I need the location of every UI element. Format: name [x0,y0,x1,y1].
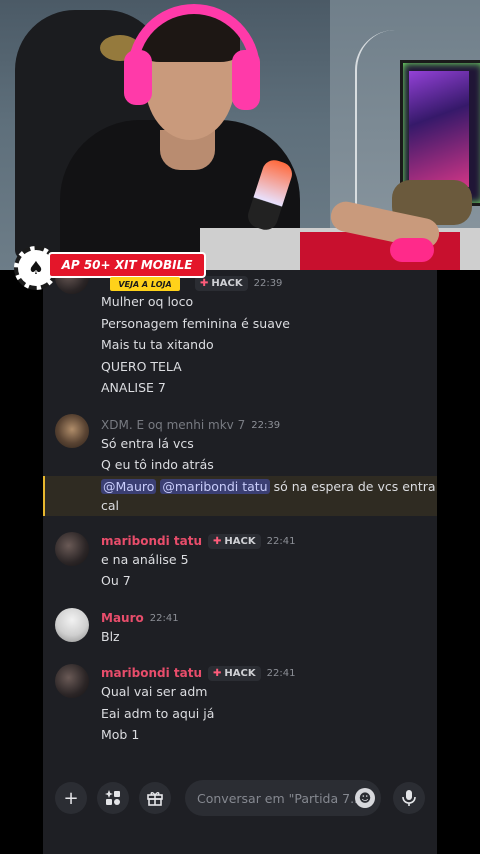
message-input[interactable]: Conversar em "Partida 7... [185,780,381,816]
mention-message-highlight: @Mauro @maribondi tatu só na espera de v… [43,476,437,516]
apps-sparkle-icon [105,790,120,805]
promo-banner[interactable]: AP 50+ XIT MOBILE [48,252,206,278]
apps-button[interactable] [97,782,129,814]
webcam-video [0,0,480,270]
avatar[interactable] [55,414,89,448]
promo-badge[interactable]: ♠ AP 50+ XIT MOBILE VEJA A LOJA [14,244,206,296]
hack-tag-icon: ✚ [213,667,222,679]
message-line: Blz [101,629,120,644]
message-line: Só entra lá vcs [101,436,194,451]
chat-panel[interactable]: ✚ HACK 22:39 Mulher oq loco Personagem fe… [43,270,437,854]
timestamp: 22:39 [253,277,283,289]
message-line: e na análise 5 [101,552,189,567]
role-tag-label: HACK [224,667,256,679]
message-line: Mob 1 [101,727,140,742]
emoji-icon[interactable]: ☻ [355,788,375,808]
monitor-neon [409,71,469,187]
mention-mauro[interactable]: @Mauro [101,479,157,494]
mouse [390,238,434,262]
mention-maribondi[interactable]: @maribondi tatu [160,479,270,494]
message-header: Mauro 22:41 [101,609,179,627]
message-line: QUERO TELA [101,359,182,374]
message-input-placeholder: Conversar em "Partida 7... [197,790,362,806]
message-line: Mulher oq loco [101,294,194,309]
message-header: maribondi tatu ✚ HACK 22:41 [101,664,295,682]
role-tag[interactable]: ✚ HACK [208,665,261,681]
message-header: ✚ HACK 22:39 [195,274,282,292]
hack-tag-icon: ✚ [213,535,222,547]
username[interactable]: maribondi tatu [101,666,202,680]
role-tag-label: HACK [211,277,243,289]
message-line: Personagem feminina é suave [101,316,290,331]
message-line: cal [101,498,120,513]
message-line: Eai adm to aqui já [101,706,215,721]
message-line: @Mauro @maribondi tatu só na espera de v… [101,479,436,494]
message-line: Q eu tô indo atrás [101,457,214,472]
promo-cta-button[interactable]: VEJA A LOJA [110,277,180,291]
avatar[interactable] [55,608,89,642]
avatar[interactable] [55,664,89,698]
message-line: Mais tu ta xitando [101,337,214,352]
message-line: Qual vai ser adm [101,684,208,699]
message-header: maribondi tatu ✚ HACK 22:41 [101,532,295,550]
message-line: ANALISE 7 [101,380,166,395]
role-tag[interactable]: ✚ HACK [208,533,261,549]
timestamp: 22:41 [266,535,296,547]
message-header: XDM. E oq menhi mkv 7 22:39 [101,416,280,434]
role-tag-label: HACK [224,535,256,547]
timestamp: 22:39 [251,419,281,431]
timestamp: 22:41 [266,667,296,679]
microphone-icon [402,790,416,806]
username[interactable]: Mauro [101,611,144,625]
plus-button[interactable]: + [55,782,87,814]
headphones-left-cup [124,50,152,105]
message-line: Ou 7 [101,573,131,588]
username[interactable]: maribondi tatu [101,534,202,548]
message-text: só na espera de vcs entra [269,479,436,494]
message-composer: + Conversar em "Partida 7... ☻ [43,778,437,822]
headphones-right-cup [232,50,260,110]
plus-icon: + [63,787,79,809]
avatar[interactable] [55,532,89,566]
username[interactable]: XDM. E oq menhi mkv 7 [101,418,245,432]
voice-button[interactable] [393,782,425,814]
gift-icon [147,792,163,806]
gift-button[interactable] [139,782,171,814]
timestamp: 22:41 [149,612,179,624]
